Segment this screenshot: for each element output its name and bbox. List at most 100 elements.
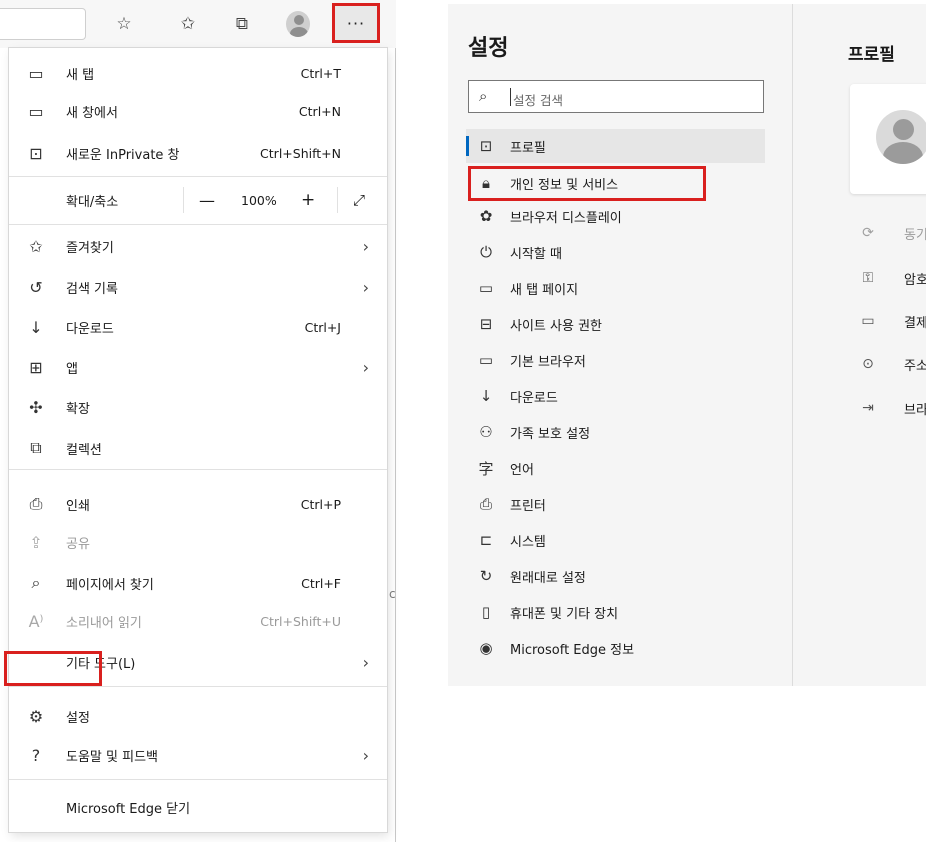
text-cursor [510,88,511,106]
menu-item-apps[interactable]: ⊞ 앱 › [9,348,387,386]
print-icon: ⎙ [29,494,43,513]
browser-toolbar: ☆ ✩ ⧉ ··· [0,0,396,48]
menu-item-label: 즐겨찾기 [66,240,114,256]
language-icon: 字 [478,459,494,478]
system-icon: ⊏ [479,531,493,549]
default-browser-icon: ▭ [478,351,494,369]
palette-icon: ✿ [479,207,493,225]
menu-item-label: 새 창에서 [66,105,118,121]
chevron-right-icon: › [362,357,369,377]
menu-item-label: 공유 [66,536,90,552]
zoom-divider [337,187,338,213]
sidebar-item-default-browser[interactable]: ▭ 기본 브라우저 [466,343,765,377]
sidebar-item-label: 사이트 사용 권한 [510,318,602,334]
sidebar-item-appearance[interactable]: ✿ 브라우저 디스플레이 [466,199,765,233]
menu-divider [9,176,387,177]
settings-and-more-menu: ▭ 새 탭 Ctrl+T ▭ 새 창에서 Ctrl+N ⊡ 새로운 InPriv… [9,48,387,832]
key-icon: ⚿ [862,270,874,286]
sidebar-item-family[interactable]: ⚇ 가족 보호 설정 [466,415,765,449]
avatar[interactable] [286,11,310,37]
sidebar-item-label: 시스템 [510,534,546,550]
settings-search-input[interactable]: ⌕ 설정 검색 [468,80,764,113]
profile-card [850,84,926,194]
menu-item-label: 소리내어 읽기 [66,615,142,631]
fullscreen-button[interactable]: ⤢ [353,191,365,209]
menu-item-help[interactable]: ? 도움말 및 피드백 › [9,736,387,774]
chevron-right-icon: › [362,277,369,297]
help-icon: ? [31,745,41,765]
menu-item-label: 컬렉션 [66,442,102,458]
menu-item-new-tab[interactable]: ▭ 새 탭 Ctrl+T [9,54,387,92]
new-tab-icon: ▭ [28,63,44,83]
menu-item-label: 새로운 InPrivate 창 [66,147,180,163]
menu-item-label: 앱 [66,361,78,377]
collections-icon[interactable]: ⧉ [230,12,254,36]
menu-item-shortcut: Ctrl+P [300,496,341,512]
import-browser-icon: ⇥ [862,400,874,416]
sidebar-item-printers[interactable]: ⎙ 프린터 [466,487,765,521]
zoom-level: 100% [241,192,277,208]
address-bar[interactable] [0,8,86,40]
favorites-list-icon[interactable]: ✩ [176,12,200,36]
zoom-in-button[interactable]: + [301,190,315,210]
favorite-star-add-icon[interactable]: ☆ [112,12,136,36]
menu-divider [9,779,387,780]
profile-section-title: 프로필 [848,45,895,65]
profile-row-label: 주소 [904,358,926,374]
zoom-label: 확대/축소 [66,194,119,210]
menu-item-label: 다운로드 [66,321,114,337]
payment-card-icon: ▭ [861,313,875,329]
sidebar-item-reset-settings[interactable]: ↻ 원래대로 설정 [466,559,765,593]
sidebar-item-about-edge[interactable]: ◉ Microsoft Edge 정보 [466,631,765,665]
download-icon: ↓ [29,317,43,337]
menu-item-inprivate[interactable]: ⊡ 새로운 InPrivate 창 Ctrl+Shift+N [9,134,387,172]
sidebar-item-languages[interactable]: 字 언어 [466,451,765,485]
profile-icon: ⊡ [479,137,493,155]
menu-item-history[interactable]: ↺ 검색 기록 › [9,268,387,306]
sidebar-item-system[interactable]: ⊏ 시스템 [466,523,765,557]
menu-item-print[interactable]: ⎙ 인쇄 Ctrl+P [9,485,387,523]
chevron-right-icon: › [362,236,369,256]
zoom-out-button[interactable]: — [199,191,215,210]
sidebar-item-label: 언어 [510,462,534,478]
sidebar-item-label: 다운로드 [510,390,558,406]
menu-item-find-on-page[interactable]: ⌕ 페이지에서 찾기 Ctrl+F [9,564,387,602]
menu-item-read-aloud[interactable]: A⁾ 소리내어 읽기 Ctrl+Shift+U [9,602,387,640]
sidebar-item-profile[interactable]: ⊡ 프로필 [466,129,765,163]
sidebar-item-label: 새 탭 페이지 [510,282,579,298]
sidebar-item-label: 프린터 [510,498,546,514]
menu-item-favorites[interactable]: ✩ 즐겨찾기 › [9,227,387,265]
sidebar-item-label: 시작할 때 [510,246,562,262]
menu-divider [9,224,387,225]
menu-item-close-edge[interactable]: Microsoft Edge 닫기 [9,788,387,826]
profile-avatar-icon[interactable] [286,11,310,37]
privacy-highlight-box [468,166,706,201]
sidebar-item-new-tab-page[interactable]: ▭ 새 탭 페이지 [466,271,765,305]
sidebar-item-phone-devices[interactable]: ▯ 휴대폰 및 기타 장치 [466,595,765,629]
avatar [876,110,926,164]
sidebar-item-label: 휴대폰 및 기타 장치 [510,606,619,622]
menu-item-share[interactable]: ⇪ 공유 [9,523,387,561]
menu-item-extensions[interactable]: ✣ 확장 [9,388,387,426]
profile-row-label: 결제 [904,315,926,331]
menu-item-shortcut: Ctrl+Shift+N [260,145,341,161]
apps-icon: ⊞ [29,357,43,377]
settings-and-more-button[interactable]: ··· [332,3,380,43]
sidebar-item-downloads[interactable]: ↓ 다운로드 [466,379,765,413]
menu-item-label: 확장 [66,401,90,417]
sidebar-item-label: 프로필 [510,140,546,156]
location-pin-icon: ⊙ [862,356,874,372]
settings-page: 설정 ⌕ 설정 검색 ⊡ 프로필 🔒︎ 개인 정보 및 서비스 ✿ 브라우저 디… [448,4,926,686]
sidebar-item-label: 기본 브라우저 [510,354,586,370]
menu-item-downloads[interactable]: ↓ 다운로드 Ctrl+J [9,308,387,346]
sidebar-item-site-permissions[interactable]: ⊟ 사이트 사용 권한 [466,307,765,341]
menu-item-new-window[interactable]: ▭ 새 창에서 Ctrl+N [9,92,387,130]
menu-item-label: 페이지에서 찾기 [66,577,154,593]
menu-item-label: 도움말 및 피드백 [66,749,158,765]
menu-item-label: Microsoft Edge 닫기 [66,801,191,817]
menu-item-settings[interactable]: ⚙ 설정 [9,697,387,735]
sidebar-item-on-startup[interactable]: ⏻ 시작할 때 [466,235,765,269]
menu-item-collections[interactable]: ⧉ 컬렉션 [9,429,387,467]
search-icon: ⌕ [479,87,488,105]
menu-item-label: 인쇄 [66,498,90,514]
